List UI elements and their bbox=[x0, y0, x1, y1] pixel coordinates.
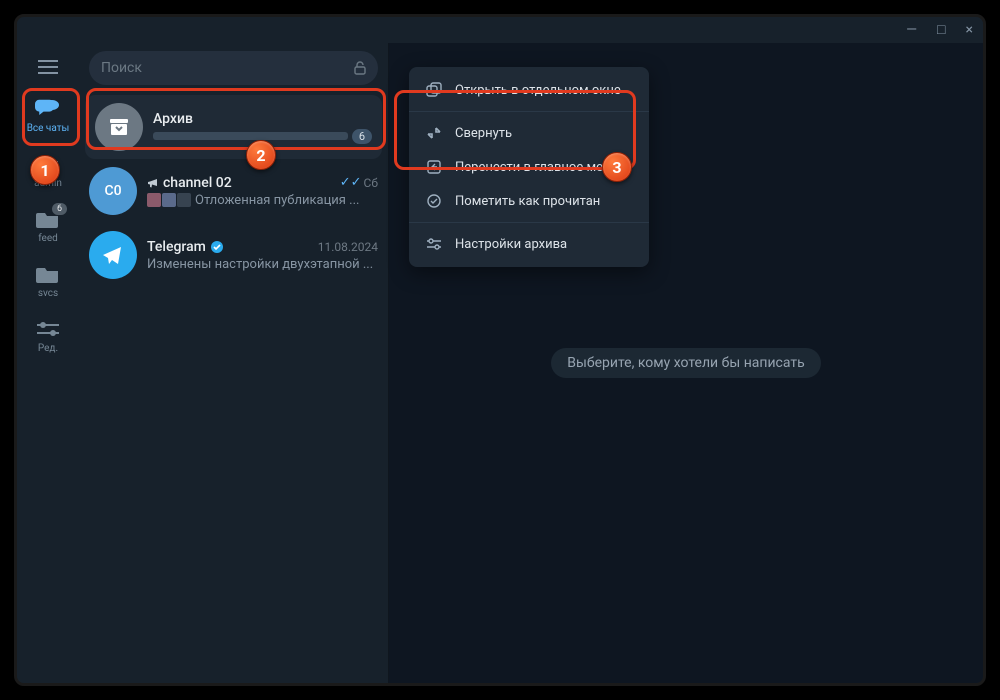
hamburger-menu-button[interactable] bbox=[28, 51, 68, 83]
read-checks-icon: ✓✓ bbox=[340, 175, 362, 190]
chat-preview: Изменены настройки двухэтапной ... bbox=[147, 257, 378, 272]
folder-label: Ред. bbox=[38, 343, 58, 354]
avatar: C0 bbox=[89, 167, 137, 215]
ctx-label: Перенести в главное меню bbox=[455, 160, 621, 175]
folder-label: Все чаты bbox=[27, 123, 70, 134]
new-window-icon bbox=[425, 81, 443, 99]
archive-count: 6 bbox=[352, 129, 372, 144]
chat-time: ✓✓ Сб bbox=[340, 175, 378, 190]
chat-name: Архив bbox=[153, 111, 193, 127]
folder-sidebar: Все чаты admin 6 feed svcs bbox=[17, 43, 79, 683]
folder-icon bbox=[34, 262, 62, 286]
mark-read-icon bbox=[425, 192, 443, 210]
ctx-label: Настройки архива bbox=[455, 237, 567, 252]
settings-icon bbox=[425, 235, 443, 253]
archive-preview-bar bbox=[153, 132, 348, 140]
avatar bbox=[89, 231, 137, 279]
chats-icon bbox=[34, 97, 62, 121]
media-thumbs bbox=[147, 193, 191, 207]
chat-item-channel02[interactable]: C0 channel 02 ✓✓ Сб bbox=[79, 159, 388, 223]
sliders-icon bbox=[34, 317, 62, 341]
search-input[interactable]: Поиск bbox=[89, 51, 378, 85]
folder-label: feed bbox=[38, 233, 58, 244]
search-placeholder: Поиск bbox=[101, 60, 142, 76]
ctx-open-new-window[interactable]: Открыть в отдельном окне bbox=[409, 73, 649, 107]
collapse-icon bbox=[425, 124, 443, 142]
maximize-button[interactable]: □ bbox=[937, 23, 945, 37]
badge: 6 bbox=[52, 203, 67, 215]
archive-icon bbox=[95, 103, 143, 151]
separator bbox=[409, 111, 649, 112]
annotation-number-1: 1 bbox=[30, 155, 60, 185]
ctx-collapse[interactable]: Свернуть bbox=[409, 116, 649, 150]
folder-edit[interactable]: Ред. bbox=[21, 311, 75, 358]
ctx-label: Открыть в отдельном окне bbox=[455, 83, 621, 98]
chat-time: 11.08.2024 bbox=[318, 240, 378, 254]
verified-icon bbox=[210, 240, 224, 254]
folder-feed[interactable]: 6 feed bbox=[21, 201, 75, 248]
megaphone-icon bbox=[147, 177, 159, 189]
chat-name: channel 02 bbox=[147, 175, 232, 191]
ctx-label: Свернуть bbox=[455, 126, 512, 141]
chat-item-telegram[interactable]: Telegram 11.08.2024 Изменены настройки д… bbox=[79, 223, 388, 287]
separator bbox=[409, 222, 649, 223]
lock-icon bbox=[354, 61, 366, 75]
empty-placeholder: Выберите, кому хотели бы написать bbox=[551, 348, 820, 378]
ctx-label: Пометить как прочитан bbox=[455, 194, 600, 209]
annotation-number-3: 3 bbox=[602, 152, 632, 182]
folder-all-chats[interactable]: Все чаты bbox=[21, 91, 75, 138]
folder-label: svcs bbox=[38, 288, 58, 299]
ctx-archive-settings[interactable]: Настройки архива bbox=[409, 227, 649, 261]
chat-name: Telegram bbox=[147, 239, 224, 255]
chat-list-column: Поиск Архив bbox=[79, 43, 389, 683]
minimize-button[interactable]: — bbox=[906, 23, 917, 37]
titlebar: — □ × bbox=[17, 17, 983, 43]
chat-archive[interactable]: Архив 6 bbox=[85, 95, 382, 159]
ctx-mark-as-read[interactable]: Пометить как прочитан bbox=[409, 184, 649, 218]
folder-svcs[interactable]: svcs bbox=[21, 256, 75, 303]
annotation-number-2: 2 bbox=[246, 140, 276, 170]
close-button[interactable]: × bbox=[966, 23, 973, 37]
move-menu-icon bbox=[425, 158, 443, 176]
chat-preview: Отложенная публикация ... bbox=[147, 193, 378, 208]
